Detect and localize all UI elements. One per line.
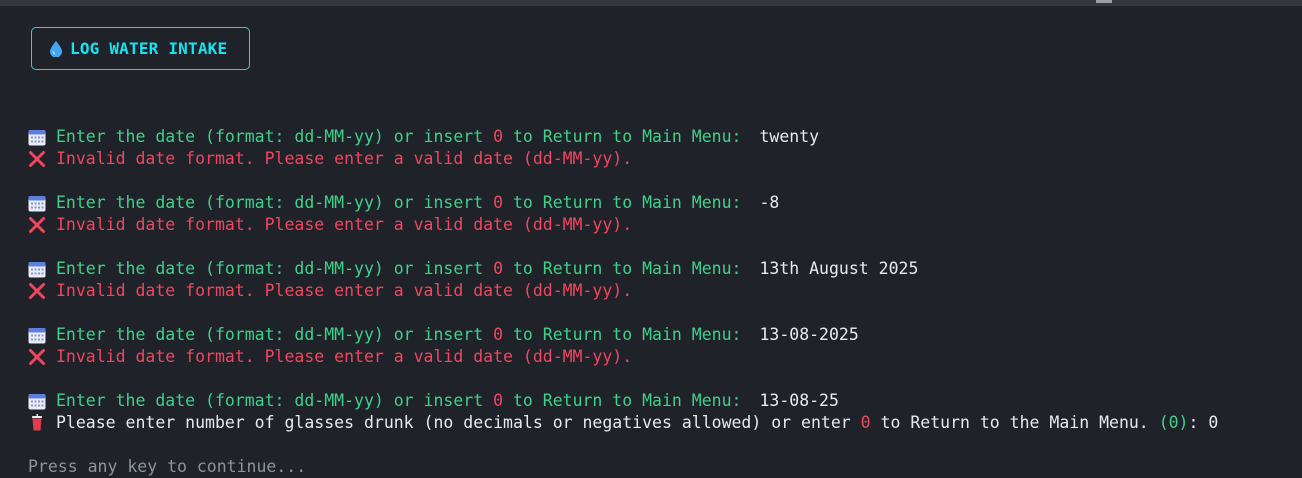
cross-mark-icon [29, 217, 45, 233]
cross-mark-icon [29, 349, 45, 365]
calendar-icon [28, 261, 46, 277]
prompt-text: Enter the date (format: dd-MM-yy) or ins… [56, 193, 494, 212]
error-message: Invalid date format. Please enter a vali… [56, 347, 633, 366]
date-prompt-line: Enter the date (format: dd-MM-yy) or ins… [28, 126, 819, 148]
error-line: Invalid date format. Please enter a vali… [28, 214, 632, 236]
error-line: Invalid date format. Please enter a vali… [28, 346, 632, 368]
prompt-zero: 0 [493, 193, 504, 212]
error-line: Invalid date format. Please enter a vali… [28, 148, 632, 170]
window-top-bar [0, 0, 1302, 6]
prompt-zero: 0 [493, 259, 504, 278]
prompt-zero: 0 [493, 127, 504, 146]
prompt-text-end: to Return to Main Menu: [503, 127, 742, 146]
prompt-text: Enter the date (format: dd-MM-yy) or ins… [56, 259, 494, 278]
error-message: Invalid date format. Please enter a vali… [56, 215, 633, 234]
prompt-text-end: to Return to Main Menu: [503, 325, 742, 344]
press-any-key-text: Press any key to continue... [28, 457, 307, 476]
prompt-text-end: to Return to Main Menu: [503, 391, 742, 410]
cup-icon [32, 414, 42, 431]
prompt-text: Enter the date (format: dd-MM-yy) or ins… [56, 127, 494, 146]
glasses-prompt-text-end: to Return to the Main Menu. [870, 413, 1159, 432]
user-input-value: 13th August 2025 [759, 259, 919, 278]
calendar-icon [28, 195, 46, 211]
date-prompt-line: Enter the date (format: dd-MM-yy) or ins… [28, 324, 859, 346]
water-drop-icon [50, 40, 62, 57]
date-prompt-line: Enter the date (format: dd-MM-yy) or ins… [28, 390, 839, 412]
cross-mark-icon [29, 283, 45, 299]
cross-mark-icon [29, 151, 45, 167]
glasses-default-value: (0) [1158, 413, 1189, 432]
user-input-value: 13-08-2025 [759, 325, 859, 344]
prompt-text: Enter the date (format: dd-MM-yy) or ins… [56, 391, 494, 410]
user-input-value: 13-08-25 [759, 391, 839, 410]
date-prompt-line: Enter the date (format: dd-MM-yy) or ins… [28, 192, 779, 214]
glasses-prompt-zero: 0 [860, 413, 871, 432]
user-input-value: -8 [759, 193, 780, 212]
section-title: LOG WATER INTAKE [70, 39, 228, 58]
prompt-text: Enter the date (format: dd-MM-yy) or ins… [56, 325, 494, 344]
date-prompt-line: Enter the date (format: dd-MM-yy) or ins… [28, 258, 918, 280]
prompt-text-end: to Return to Main Menu: [503, 193, 742, 212]
section-header-box: LOG WATER INTAKE [31, 27, 250, 70]
error-message: Invalid date format. Please enter a vali… [56, 281, 633, 300]
user-input-value: twenty [759, 127, 820, 146]
calendar-icon [28, 129, 46, 145]
glasses-prompt-text: Please enter number of glasses drunk (no… [56, 413, 861, 432]
error-line: Invalid date format. Please enter a vali… [28, 280, 632, 302]
calendar-icon [28, 393, 46, 409]
prompt-zero: 0 [493, 391, 504, 410]
calendar-icon [28, 327, 46, 343]
prompt-text-end: to Return to Main Menu: [503, 259, 742, 278]
error-message: Invalid date format. Please enter a vali… [56, 149, 633, 168]
glasses-input-value: 0 [1208, 413, 1219, 432]
glasses-prompt-line: Please enter number of glasses drunk (no… [28, 412, 1218, 434]
top-bar-marker [1096, 0, 1112, 3]
prompt-zero: 0 [493, 325, 504, 344]
glasses-prompt-colon: : [1188, 413, 1209, 432]
